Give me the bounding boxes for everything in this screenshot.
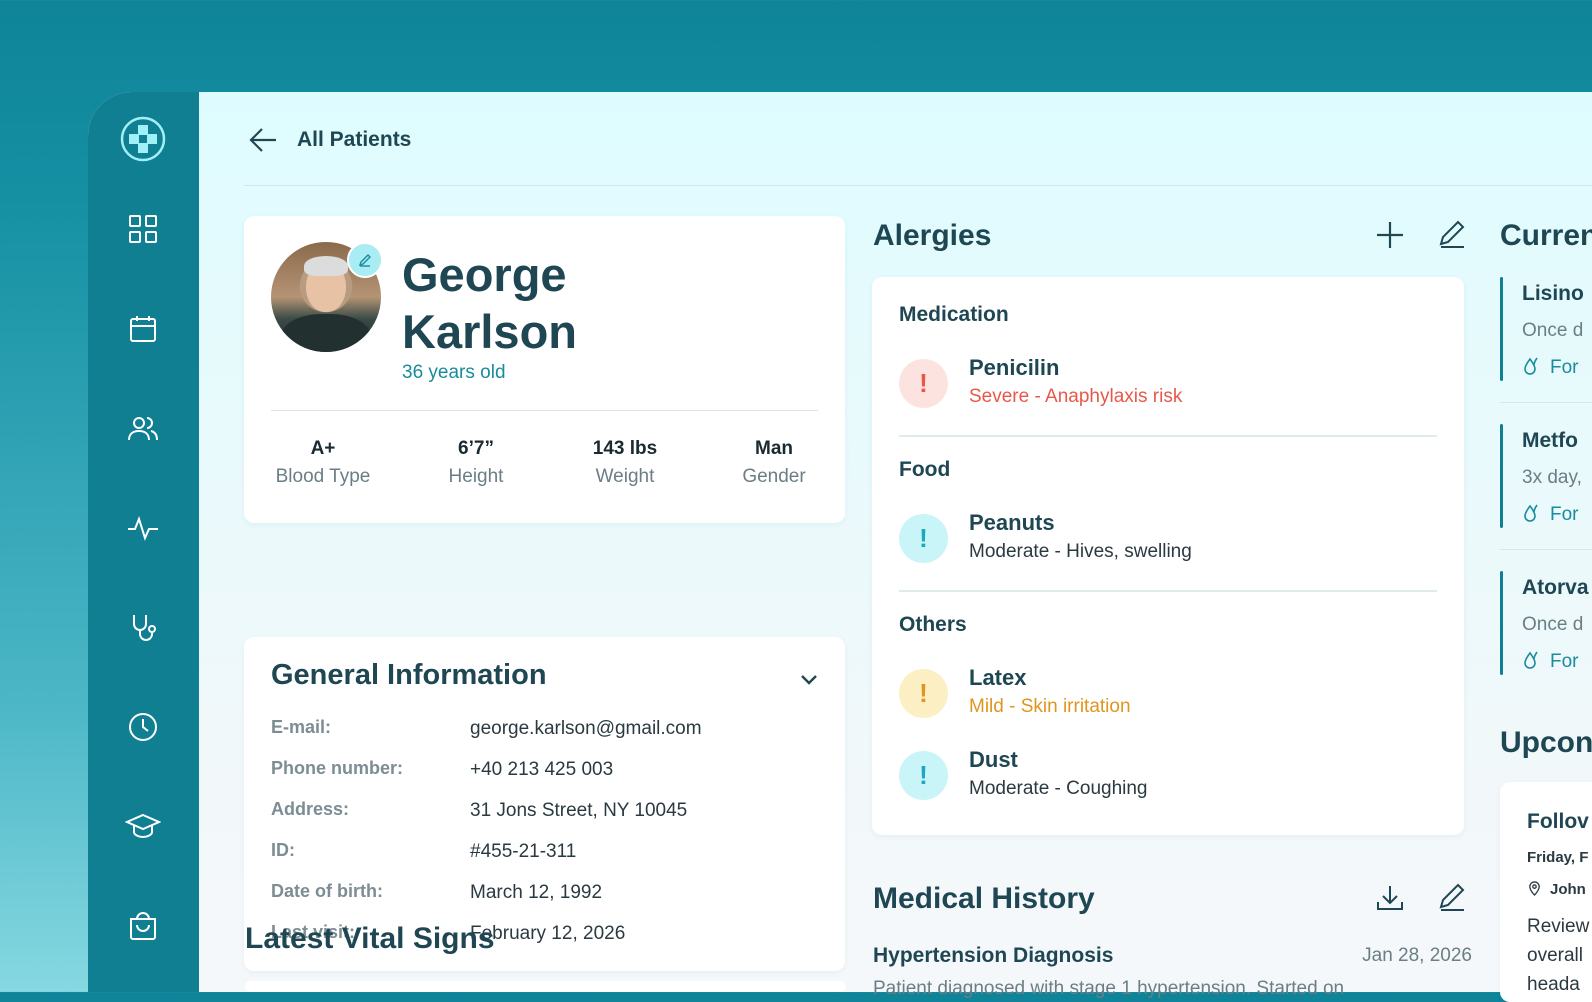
vital-signs-card bbox=[245, 981, 846, 992]
general-information-card: General Information E-mail: george.karlso… bbox=[244, 637, 845, 971]
logo-icon[interactable] bbox=[120, 116, 166, 162]
pencil-icon[interactable] bbox=[1436, 219, 1468, 251]
pencil-icon bbox=[358, 254, 371, 267]
alert-icon: ! bbox=[899, 751, 948, 800]
download-icon[interactable] bbox=[1374, 882, 1406, 914]
history-entry-desc: Patient diagnosed with stage 1 hypertens… bbox=[873, 978, 1345, 999]
medication-item[interactable]: Lisino Once d For bbox=[1500, 277, 1592, 381]
shopping-bag-icon[interactable] bbox=[125, 908, 161, 944]
upcoming-appointment-card[interactable]: Follov Friday, F John Review overall hea… bbox=[1500, 782, 1592, 1002]
back-arrow-icon[interactable] bbox=[247, 124, 279, 156]
stat-weight: 143 lbs Weight bbox=[592, 438, 658, 487]
vital-signs-title: Latest Vital Signs bbox=[245, 922, 495, 955]
history-entry-title[interactable]: Hypertension Diagnosis bbox=[873, 944, 1113, 968]
history-entry-date: Jan 28, 2026 bbox=[1362, 945, 1472, 966]
divider bbox=[899, 590, 1437, 592]
stethoscope-icon[interactable] bbox=[125, 610, 161, 646]
current-medications-title: Curren bbox=[1500, 219, 1592, 252]
dashboard-icon[interactable] bbox=[125, 211, 161, 247]
breadcrumb: All Patients bbox=[244, 92, 1592, 186]
patient-profile-card: George Karlson 36 years old A+ Blood Type… bbox=[244, 216, 845, 523]
back-link[interactable]: All Patients bbox=[297, 128, 411, 152]
activity-icon[interactable] bbox=[125, 510, 161, 546]
sidebar bbox=[88, 92, 199, 992]
location-pin-icon bbox=[1529, 881, 1540, 896]
allergy-category: Food bbox=[899, 458, 951, 481]
allergy-item[interactable]: ! Peanuts Moderate - Hives, swelling bbox=[899, 510, 1439, 564]
drop-icon bbox=[1524, 504, 1538, 522]
alert-icon: ! bbox=[899, 669, 948, 718]
plus-icon[interactable] bbox=[1374, 219, 1406, 251]
stat-gender: Man Gender bbox=[742, 438, 806, 487]
medication-item[interactable]: Atorva Once d For bbox=[1500, 571, 1592, 675]
alert-icon: ! bbox=[899, 514, 948, 563]
medication-item[interactable]: Metfo 3x day, For bbox=[1500, 424, 1592, 528]
allergy-category: Medication bbox=[899, 303, 1009, 326]
education-icon[interactable] bbox=[125, 808, 161, 844]
divider bbox=[271, 410, 818, 411]
stat-blood-type: A+ Blood Type bbox=[275, 438, 371, 487]
patient-name: George Karlson bbox=[402, 248, 577, 358]
patient-age: 36 years old bbox=[402, 362, 506, 383]
drop-icon bbox=[1524, 357, 1538, 375]
patients-icon[interactable] bbox=[125, 411, 161, 447]
allergy-item[interactable]: ! Latex Mild - Skin irritation bbox=[899, 665, 1439, 719]
divider bbox=[1500, 402, 1592, 403]
divider bbox=[899, 435, 1437, 437]
divider bbox=[1500, 549, 1592, 550]
edit-avatar-button[interactable] bbox=[347, 242, 383, 278]
allergies-card: Medication ! Penicilin Severe - Anaphyla… bbox=[872, 277, 1464, 835]
allergy-category: Others bbox=[899, 613, 967, 636]
allergy-item[interactable]: ! Penicilin Severe - Anaphylaxis risk bbox=[899, 355, 1439, 409]
alert-icon: ! bbox=[899, 359, 948, 408]
stat-height: 6’7” Height bbox=[448, 438, 504, 487]
allergies-title: Alergies bbox=[873, 219, 992, 252]
drop-icon bbox=[1524, 651, 1538, 669]
upcoming-title: Upcon bbox=[1500, 726, 1592, 759]
calendar-icon[interactable] bbox=[125, 311, 161, 347]
pencil-icon[interactable] bbox=[1436, 882, 1468, 914]
chevron-down-icon[interactable] bbox=[797, 667, 821, 691]
allergy-item[interactable]: ! Dust Moderate - Coughing bbox=[899, 747, 1439, 801]
medical-history-title: Medical History bbox=[873, 882, 1095, 915]
clock-icon[interactable] bbox=[125, 709, 161, 745]
section-title: General Information bbox=[271, 659, 547, 691]
